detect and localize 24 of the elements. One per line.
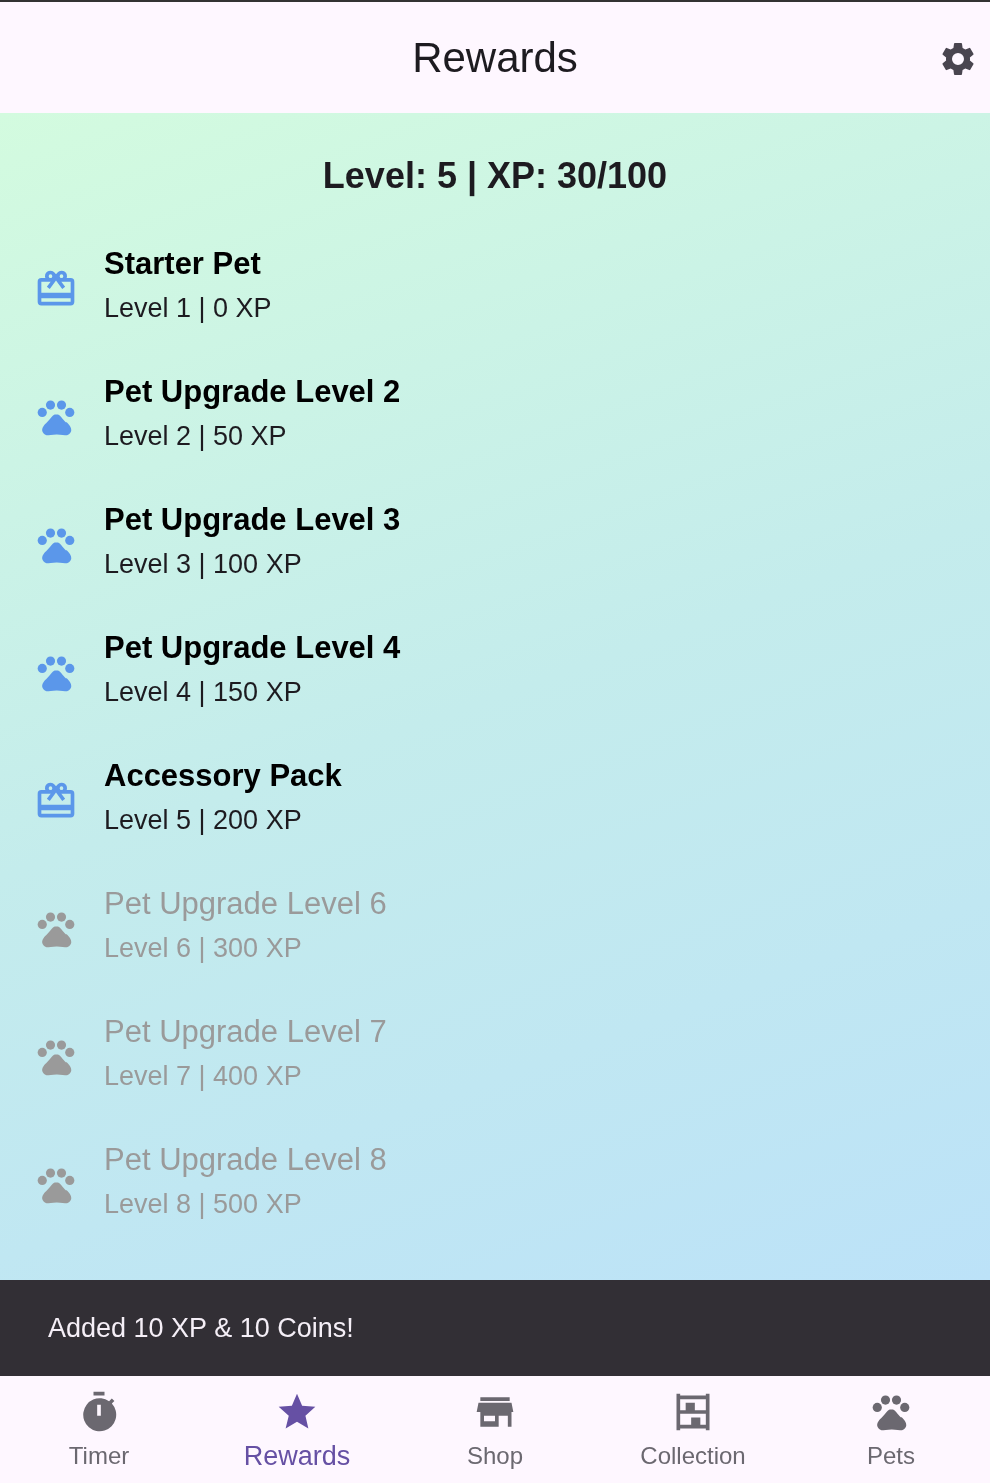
nav-tab[interactable]: Collection (594, 1376, 792, 1483)
screen-title: Rewards (412, 33, 578, 83)
nav-tab[interactable]: Shop (396, 1376, 594, 1483)
reward-requirement: Level 5 | 200 XP (104, 804, 303, 838)
reward-title: Pet Upgrade Level 6 (104, 885, 387, 923)
reward-requirement: Level 7 | 400 XP (104, 1060, 303, 1094)
level-xp-text: Level: 5 | XP: 30/100 (322, 155, 668, 196)
reward-title: Pet Upgrade Level 2 (104, 373, 401, 411)
nav-tab[interactable]: Timer (0, 1376, 198, 1483)
snackbar-message: Added 10 XP & 10 Coins! (48, 1311, 354, 1345)
reward-title: Pet Upgrade Level 3 (104, 501, 401, 539)
reward-title: Pet Upgrade Level 8 (104, 1141, 387, 1179)
reward-title: Starter Pet (104, 245, 262, 283)
reward-title: Accessory Pack (104, 757, 342, 795)
reward-title: Pet Upgrade Level 7 (104, 1013, 387, 1051)
reward-requirement: Level 6 | 300 XP (104, 932, 303, 966)
reward-requirement: Level 2 | 50 XP (104, 420, 288, 454)
reward-requirement: Level 3 | 100 XP (104, 548, 303, 582)
reward-requirement: Level 4 | 150 XP (104, 676, 303, 710)
reward-requirement: Level 1 | 0 XP (104, 292, 272, 326)
reward-requirement: Level 8 | 500 XP (104, 1188, 303, 1222)
nav-tab[interactable]: Pets (792, 1376, 990, 1483)
nav-tab[interactable]: Rewards (198, 1376, 396, 1483)
reward-title: Pet Upgrade Level 4 (104, 629, 401, 667)
